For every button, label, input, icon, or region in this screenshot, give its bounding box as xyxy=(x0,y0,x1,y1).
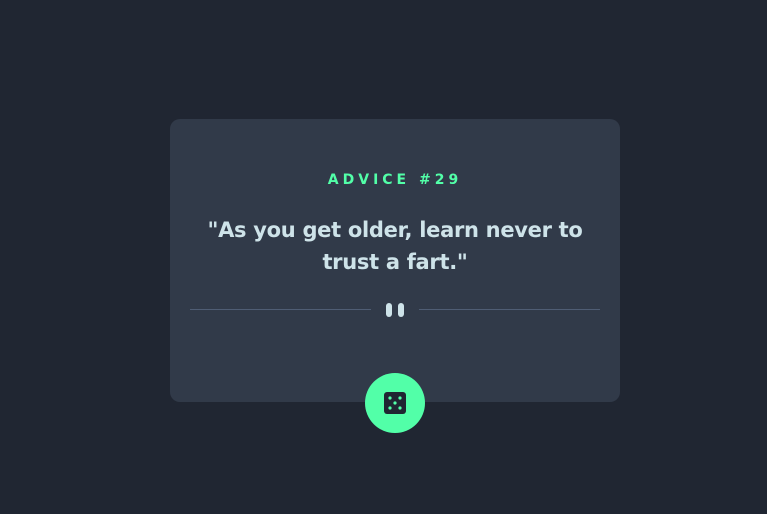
divider-line-right xyxy=(419,309,600,310)
dice-icon xyxy=(384,392,406,414)
pause-icon xyxy=(386,303,406,317)
pattern-divider xyxy=(190,299,600,321)
divider-line-left xyxy=(190,309,371,310)
generate-advice-button[interactable] xyxy=(365,373,425,433)
advice-id-label: ADVICE #29 xyxy=(327,172,463,188)
advice-quote: "As you get older, learn never to trust … xyxy=(207,218,583,274)
advice-card: ADVICE #29 "As you get older, learn neve… xyxy=(170,119,620,402)
